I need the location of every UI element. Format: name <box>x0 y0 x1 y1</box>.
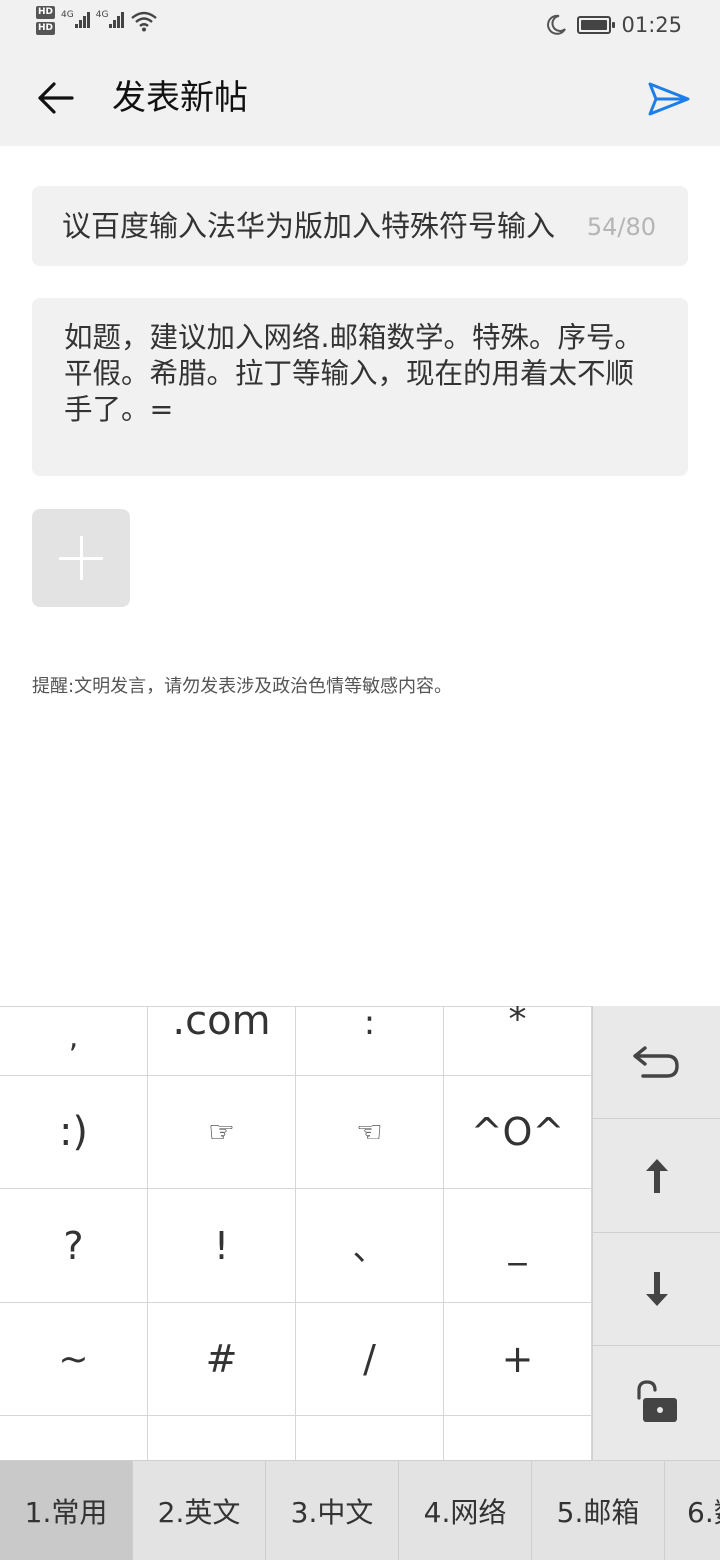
key-plus[interactable]: + <box>444 1303 592 1416</box>
key-point-left[interactable]: ☜ <box>296 1076 444 1189</box>
key-exclamation[interactable]: ! <box>148 1189 296 1303</box>
arrow-down-icon <box>646 1272 668 1306</box>
post-title-input-value[interactable]: 议百度输入法华为版加入特殊符号输入 <box>62 208 555 244</box>
category-tab-network[interactable]: 4.网络 <box>399 1461 532 1560</box>
key-comma[interactable]: , <box>0 1007 148 1076</box>
network-type-1: 4G <box>61 10 74 20</box>
lock-toggle-key[interactable] <box>593 1346 720 1460</box>
key-asterisk[interactable]: * <box>444 1006 592 1076</box>
title-char-counter: 54/80 <box>586 213 656 241</box>
signal-1: 4G <box>61 10 90 28</box>
signal-bars-icon <box>74 10 90 28</box>
key-face[interactable]: ^O^ <box>444 1076 592 1189</box>
key-hash[interactable]: # <box>148 1303 296 1416</box>
back-arrow-icon[interactable] <box>32 74 80 122</box>
cursor-down-key[interactable] <box>593 1233 720 1346</box>
hd-indicators: HD HD <box>36 6 56 35</box>
category-tab-math[interactable]: 6.数 <box>665 1461 720 1560</box>
category-tab-common[interactable]: 1.常用 <box>0 1461 133 1560</box>
category-tab-english[interactable]: 2.英文 <box>133 1461 266 1560</box>
wifi-icon <box>131 11 158 32</box>
status-bar: HD HD 4G 4G 01:25 <box>0 0 720 52</box>
post-body-input-value[interactable]: 如题，建议加入网络.邮箱数学。特殊。序号。平假。希腊。拉丁等输入，现在的用着太不… <box>64 320 648 428</box>
status-time: 01:25 <box>621 13 682 37</box>
key-enum-comma[interactable]: 、 <box>296 1189 444 1303</box>
key-tilde[interactable]: ~ <box>0 1303 148 1416</box>
signal-2: 4G <box>96 10 125 28</box>
send-icon[interactable] <box>646 76 692 122</box>
key-colon[interactable]: : <box>296 1006 444 1076</box>
key-underscore[interactable]: _ <box>444 1189 592 1303</box>
post-body-field[interactable]: 如题，建议加入网络.邮箱数学。特殊。序号。平假。希腊。拉丁等输入，现在的用着太不… <box>32 298 688 476</box>
key-dotcom[interactable]: .com <box>148 1006 296 1076</box>
key-question[interactable]: ? <box>0 1189 148 1303</box>
moon-icon <box>547 14 567 35</box>
page-title: 发表新帖 <box>112 78 248 118</box>
return-key[interactable] <box>593 1006 720 1119</box>
status-left: HD HD 4G 4G <box>36 6 158 46</box>
symbol-category-bar: 1.常用 2.英文 3.中文 4.网络 5.邮箱 6.数 <box>0 1460 720 1560</box>
network-type-2: 4G <box>95 10 109 20</box>
battery-icon <box>577 16 616 34</box>
app-header: 发表新帖 <box>0 52 720 146</box>
symbol-key-grid: , .com : * :) ☞ ☜ ^O^ ? ! 、 _ ~ # / + <box>0 1006 592 1476</box>
category-tab-chinese[interactable]: 3.中文 <box>266 1461 399 1560</box>
symbol-keyboard: , .com : * :) ☞ ☜ ^O^ ? ! 、 _ ~ # / + 1.… <box>0 1006 720 1560</box>
post-title-field[interactable]: 议百度输入法华为版加入特殊符号输入 54/80 <box>32 186 688 266</box>
arrow-up-icon <box>646 1158 668 1193</box>
unlock-icon <box>637 1380 677 1422</box>
cursor-up-key[interactable] <box>593 1119 720 1233</box>
hd-badge-2: HD <box>36 22 56 35</box>
signal-bars-icon <box>109 10 125 28</box>
key-slash[interactable]: / <box>296 1303 444 1416</box>
key-point-right[interactable]: ☞ <box>148 1076 296 1189</box>
hd-badge-1: HD <box>36 6 56 19</box>
return-icon <box>633 1046 679 1078</box>
category-tab-email[interactable]: 5.邮箱 <box>532 1461 665 1560</box>
keyboard-side-keys <box>592 1006 720 1460</box>
posting-reminder: 提醒:文明发言，请勿发表涉及政治色情等敏感内容。 <box>32 676 453 697</box>
status-right: 01:25 <box>545 10 682 40</box>
key-smiley[interactable]: :) <box>0 1076 148 1189</box>
add-image-button[interactable] <box>32 509 130 607</box>
